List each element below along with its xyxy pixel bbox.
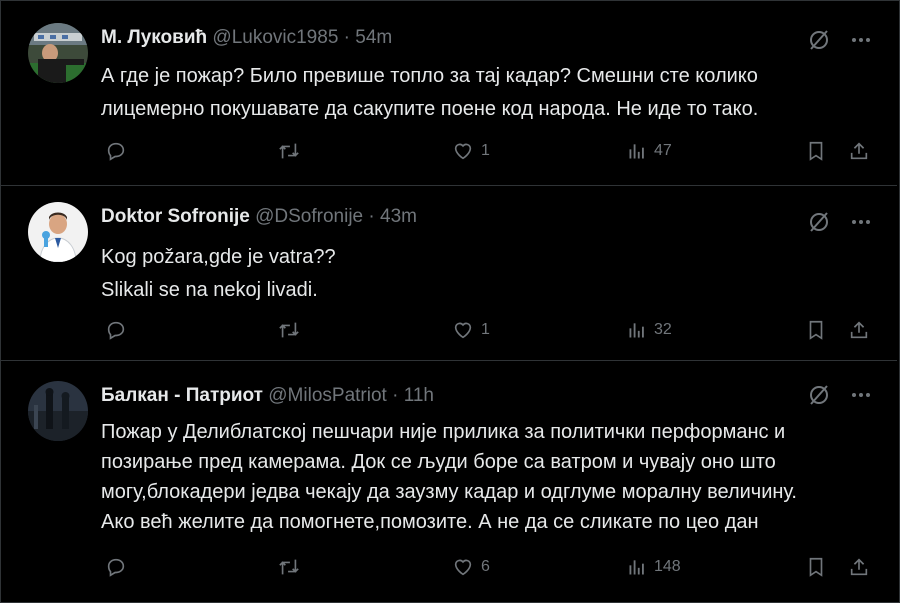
views-icon <box>629 323 644 338</box>
tweet-text-line: позирање пред камерама. Док се људи боре… <box>101 451 776 473</box>
avatar[interactable] <box>28 23 88 83</box>
tweet-text: А где је пожар? Било превише топло за та… <box>101 60 881 125</box>
tweet-action-bar: 6 148 <box>1 552 897 582</box>
grok-icon[interactable] <box>807 383 831 407</box>
views-button[interactable]: 47 <box>627 136 672 166</box>
retweet-icon <box>279 559 299 575</box>
author-handle[interactable]: @Lukovic1985 <box>212 27 338 48</box>
like-button[interactable]: 1 <box>452 136 490 166</box>
heart-icon <box>454 143 472 160</box>
like-button[interactable]: 6 <box>452 552 490 582</box>
tweet-text: Kog požara,gde je vatra?? Slikali se na … <box>101 241 881 306</box>
avatar[interactable] <box>28 381 88 441</box>
timestamp[interactable]: 43m <box>380 206 417 227</box>
heart-icon <box>454 322 472 339</box>
separator-dot: · <box>368 206 375 227</box>
author-handle[interactable]: @DSofronije <box>255 206 363 227</box>
tweet-text-line: Kog požara,gde je vatra?? <box>101 246 336 268</box>
bookmark-button[interactable] <box>805 136 827 166</box>
bookmark-button[interactable] <box>805 552 827 582</box>
tweet-action-bar: 1 32 <box>1 315 897 345</box>
tweet-text: Пожар у Делиблатској пешчари није прилик… <box>101 417 881 537</box>
views-icon <box>629 560 644 575</box>
more-icon[interactable] <box>849 210 873 234</box>
more-icon[interactable] <box>849 28 873 52</box>
tweet-top-actions <box>807 28 877 56</box>
retweet-icon <box>279 322 299 338</box>
author-handle[interactable]: @MilosPatriot <box>268 385 387 406</box>
separator-dot: · <box>392 385 399 406</box>
tweet-header: М. Луковић @Lukovic1985 · 54m <box>101 27 392 49</box>
share-icon <box>850 321 868 339</box>
retweet-button[interactable] <box>277 315 301 345</box>
bookmark-icon <box>809 141 823 161</box>
share-button[interactable] <box>848 552 870 582</box>
grok-icon[interactable] <box>807 28 831 52</box>
author-name[interactable]: М. Луковић <box>101 27 207 48</box>
retweet-button[interactable] <box>277 136 301 166</box>
retweet-icon <box>279 143 299 159</box>
reply-icon <box>107 321 125 340</box>
separator-dot: · <box>343 27 350 48</box>
tweet-text-line: Пожар у Делиблатској пешчари није прилик… <box>101 421 786 443</box>
grok-icon[interactable] <box>807 210 831 234</box>
tweet-text-line: лицемерно покушавате да сакупите поене к… <box>101 97 759 120</box>
tweet-text-line: Slikali se na nekoj livadi. <box>101 278 318 301</box>
like-count: 6 <box>481 558 490 575</box>
share-icon <box>850 558 868 576</box>
share-button[interactable] <box>848 136 870 166</box>
share-icon <box>850 142 868 160</box>
tweet-action-bar: 1 47 <box>1 136 897 166</box>
views-button[interactable]: 32 <box>627 315 672 345</box>
views-count: 47 <box>654 142 672 159</box>
bookmark-icon <box>809 557 823 577</box>
author-name[interactable]: Doktor Sofronije <box>101 206 250 227</box>
author-name[interactable]: Балкан - Патриот <box>101 385 263 406</box>
reply-button[interactable] <box>105 315 127 345</box>
tweet-header: Doktor Sofronije @DSofronije · 43m <box>101 206 417 228</box>
like-button[interactable]: 1 <box>452 315 490 345</box>
reply-button[interactable] <box>105 552 127 582</box>
timestamp[interactable]: 11h <box>404 385 434 406</box>
views-count: 148 <box>654 558 681 575</box>
tweet-text-line: могу,блокадери једва чекају да заузму ка… <box>101 481 797 503</box>
reply-icon <box>107 558 125 577</box>
avatar[interactable] <box>28 202 88 262</box>
timestamp[interactable]: 54m <box>355 27 392 48</box>
bookmark-icon <box>809 320 823 340</box>
views-icon <box>629 144 644 159</box>
retweet-button[interactable] <box>277 552 301 582</box>
heart-icon <box>454 559 472 576</box>
tweet-reply[interactable]: М. Луковић @Lukovic1985 · 54m А где је п… <box>1 0 897 186</box>
tweet-text-line: Ако већ желите да помогнете,помозите. А … <box>101 511 759 533</box>
share-button[interactable] <box>848 315 870 345</box>
reply-button[interactable] <box>105 136 127 166</box>
more-icon[interactable] <box>849 383 873 407</box>
like-count: 1 <box>481 142 490 159</box>
like-count: 1 <box>481 321 490 338</box>
views-count: 32 <box>654 321 672 338</box>
tweet-top-actions <box>807 383 877 411</box>
bookmark-button[interactable] <box>805 315 827 345</box>
reply-icon <box>107 142 125 161</box>
tweet-header: Балкан - Патриот @MilosPatriot · 11h <box>101 385 434 407</box>
tweet-top-actions <box>807 210 877 238</box>
tweet-reply[interactable]: Doktor Sofronije @DSofronije · 43m Kog p… <box>1 186 897 361</box>
tweet-reply[interactable]: Балкан - Патриот @MilosPatriot · 11h Пож… <box>1 361 897 601</box>
views-button[interactable]: 148 <box>627 552 681 582</box>
tweet-text-line: А где је пожар? Било превише топло за та… <box>101 65 758 87</box>
